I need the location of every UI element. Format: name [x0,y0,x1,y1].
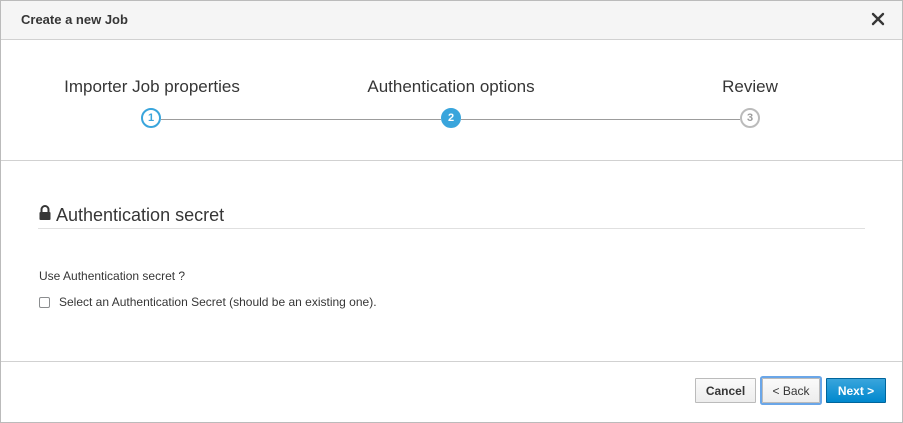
step-indicator-1[interactable]: 1 [141,108,161,128]
create-job-modal: Create a new Job Importer Job properties… [0,0,903,423]
next-button[interactable]: Next > [826,378,886,403]
step-label-review[interactable]: Review [722,77,778,97]
wizard-content: Authentication secret Use Authentication… [1,161,902,362]
section-title: Authentication secret [56,205,225,225]
modal-footer: Cancel < Back Next > [1,362,902,422]
modal-title: Create a new Job [21,12,128,27]
wizard-steps: Importer Job properties Authentication o… [1,40,902,161]
auth-secret-checkbox[interactable] [39,296,50,308]
step-label-importer-job-properties[interactable]: Importer Job properties [64,77,240,97]
step-connector [161,119,441,120]
step-connector [461,119,740,120]
cancel-button[interactable]: Cancel [695,378,756,403]
section-heading: Authentication secret [38,205,224,226]
step-indicator-2[interactable]: 2 [441,108,461,128]
auth-secret-checkbox-row[interactable]: Select an Authentication Secret (should … [39,295,377,309]
field-label: Use Authentication secret ? [39,269,186,283]
checkbox-label[interactable]: Select an Authentication Secret (should … [59,295,377,309]
step-label-authentication-options[interactable]: Authentication options [367,77,534,97]
lock-icon [38,205,56,226]
step-indicator-3[interactable]: 3 [740,108,760,128]
close-icon[interactable] [868,9,888,29]
back-button[interactable]: < Back [762,378,820,403]
modal-header: Create a new Job [1,1,902,40]
section-divider [38,228,865,229]
